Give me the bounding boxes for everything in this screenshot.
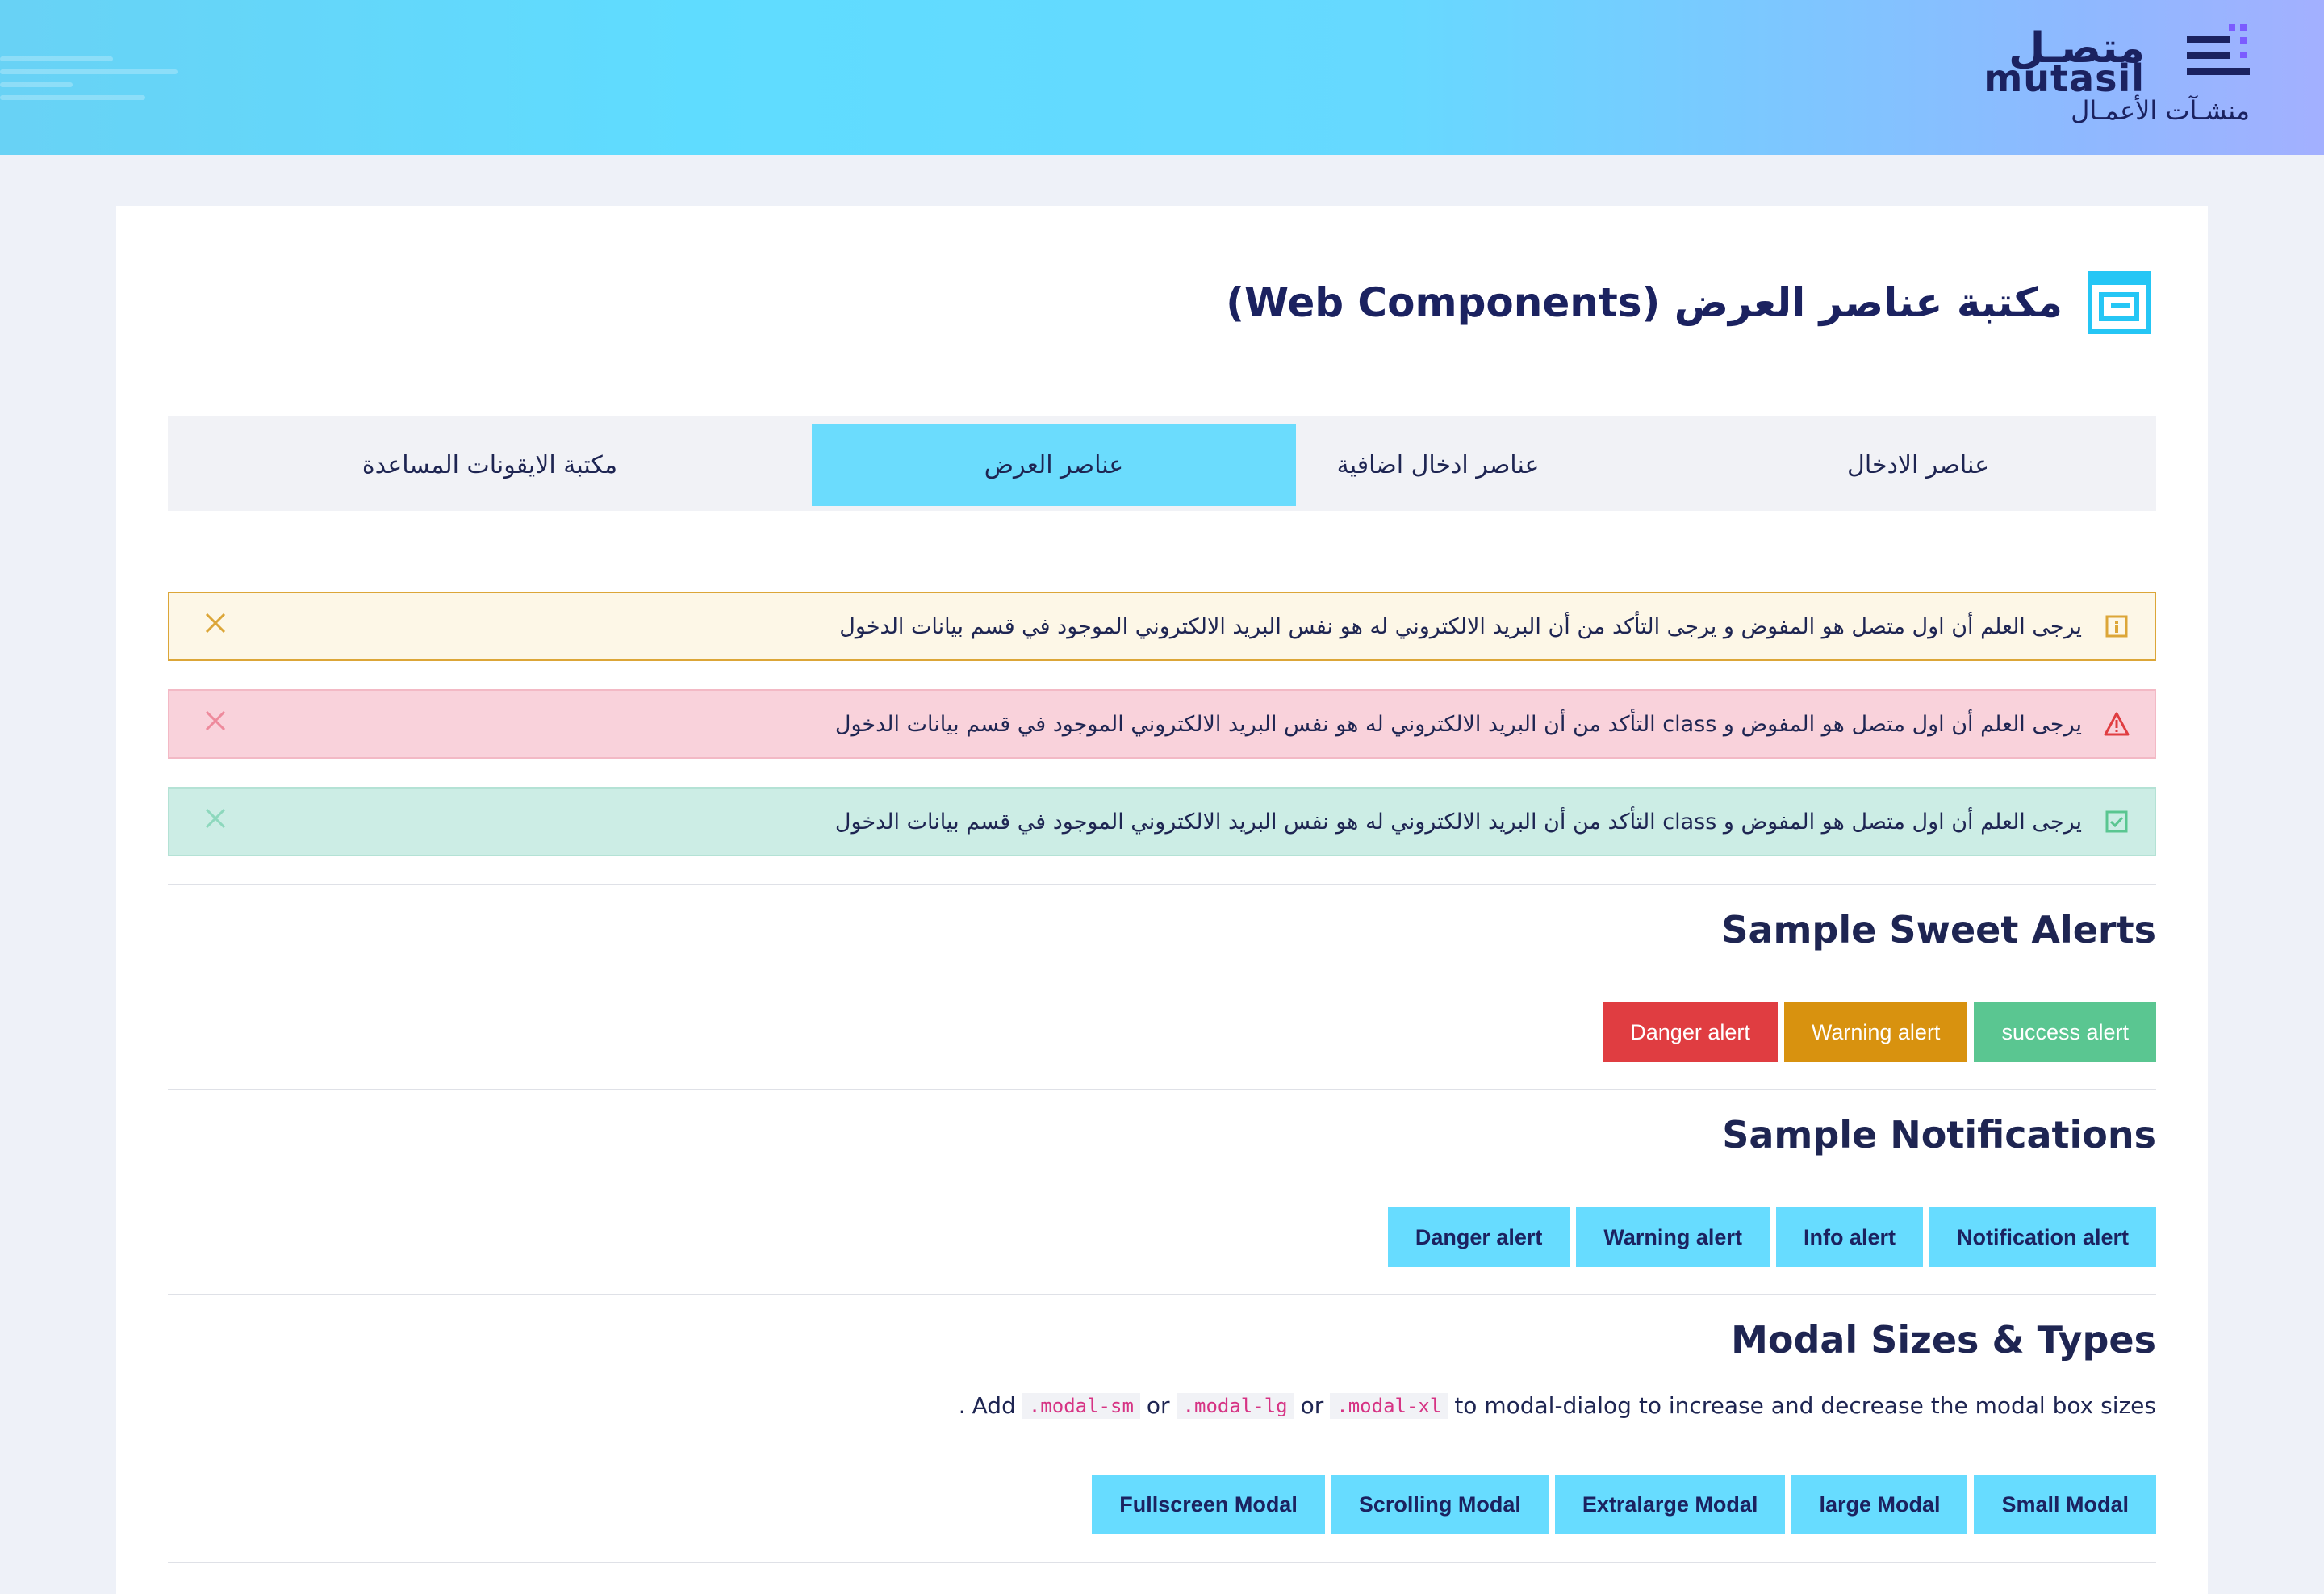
fullscreen-modal-button[interactable]: Fullscreen Modal bbox=[1092, 1475, 1325, 1534]
info-alert-button[interactable]: Info alert bbox=[1775, 1207, 1923, 1267]
logo-mark-icon bbox=[2187, 24, 2250, 75]
code-modal-lg: .modal-lg bbox=[1176, 1392, 1294, 1419]
warning-alert: يرجى العلم أن اول متصل هو المفوض و يرجى … bbox=[168, 592, 2156, 661]
tab-display-elements[interactable]: عناصر العرض bbox=[812, 424, 1296, 506]
large-modal-button[interactable]: large Modal bbox=[1791, 1475, 1968, 1534]
small-modal-button[interactable]: Small Modal bbox=[1974, 1475, 2156, 1534]
warning-alert-button[interactable]: Warning alert bbox=[1783, 1002, 1968, 1062]
scrolling-modal-button[interactable]: Scrolling Modal bbox=[1331, 1475, 1549, 1534]
warning-notification-button[interactable]: Warning alert bbox=[1576, 1207, 1770, 1267]
page-title: مكتبة عناصر العرض (Web Components) bbox=[1226, 279, 2063, 326]
content-card: مكتبة عناصر العرض (Web Components) عناصر… bbox=[116, 206, 2208, 1594]
success-alert: يرجى العلم أن اول متصل هو المفوض و class… bbox=[168, 787, 2156, 856]
tab-icons-library[interactable]: مكتبة الايقونات المساعدة bbox=[168, 424, 812, 506]
divider bbox=[168, 884, 2156, 885]
info-square-icon bbox=[2105, 615, 2128, 638]
banner-decoration bbox=[0, 48, 323, 137]
alert-message: يرجى العلم أن اول متصل هو المفوض و class… bbox=[834, 809, 2082, 835]
note-or: or bbox=[1146, 1392, 1170, 1419]
divider bbox=[168, 1294, 2156, 1295]
check-square-icon bbox=[2105, 810, 2128, 833]
modals-title: Modal Sizes & Types bbox=[1731, 1318, 2156, 1362]
sweet-alerts-buttons: success alert Warning alert Danger alert bbox=[1603, 1002, 2156, 1062]
header-banner: متصـل mutasil منشـآت الأعمـال bbox=[0, 0, 2324, 155]
page-header: مكتبة عناصر العرض (Web Components) bbox=[1226, 266, 2151, 339]
divider bbox=[168, 1089, 2156, 1090]
danger-alert: يرجى العلم أن اول متصل هو المفوض و class… bbox=[168, 689, 2156, 759]
close-icon[interactable] bbox=[202, 805, 229, 832]
warning-triangle-icon bbox=[2104, 712, 2130, 736]
notifications-buttons: Notification alert Info alert Warning al… bbox=[1387, 1207, 2156, 1267]
notifications-title: Sample Notifications bbox=[1722, 1113, 2156, 1157]
danger-alert-button[interactable]: Danger alert bbox=[1603, 1002, 1778, 1062]
success-alert-button[interactable]: success alert bbox=[1974, 1002, 2156, 1062]
logo-english: mutasil bbox=[1983, 56, 2145, 100]
components-icon bbox=[2088, 271, 2151, 334]
tab-input-elements[interactable]: عناصر الادخال bbox=[1680, 424, 2156, 506]
note-suffix: to modal-dialog to increase and decrease… bbox=[1454, 1392, 2156, 1419]
tab-bar: عناصر الادخال عناصر ادخال اضافية عناصر ا… bbox=[168, 416, 2156, 511]
code-modal-sm: .modal-sm bbox=[1022, 1392, 1140, 1419]
brand-logo[interactable]: متصـل mutasil منشـآت الأعمـال bbox=[1983, 24, 2250, 129]
note-prefix: Add bbox=[972, 1392, 1016, 1419]
modal-sizes-note: . Add .modal-sm or .modal-lg or .modal-x… bbox=[959, 1392, 2156, 1419]
extralarge-modal-button[interactable]: Extralarge Modal bbox=[1554, 1475, 1786, 1534]
notification-alert-button[interactable]: Notification alert bbox=[1929, 1207, 2156, 1267]
note-or: or bbox=[1300, 1392, 1324, 1419]
sweet-alerts-title: Sample Sweet Alerts bbox=[1721, 908, 2156, 952]
danger-notification-button[interactable]: Danger alert bbox=[1387, 1207, 1570, 1267]
divider bbox=[168, 1562, 2156, 1563]
alert-message: يرجى العلم أن اول متصل هو المفوض و class… bbox=[834, 711, 2082, 737]
note-end: . bbox=[958, 1392, 966, 1419]
close-icon[interactable] bbox=[202, 707, 229, 734]
logo-subtitle: منشـآت الأعمـال bbox=[2071, 95, 2250, 126]
alert-message: يرجى العلم أن اول متصل هو المفوض و يرجى … bbox=[839, 613, 2082, 639]
close-icon[interactable] bbox=[202, 609, 229, 637]
code-modal-xl: .modal-xl bbox=[1330, 1392, 1448, 1419]
modal-buttons: Small Modal large Modal Extralarge Modal… bbox=[1092, 1475, 2156, 1534]
